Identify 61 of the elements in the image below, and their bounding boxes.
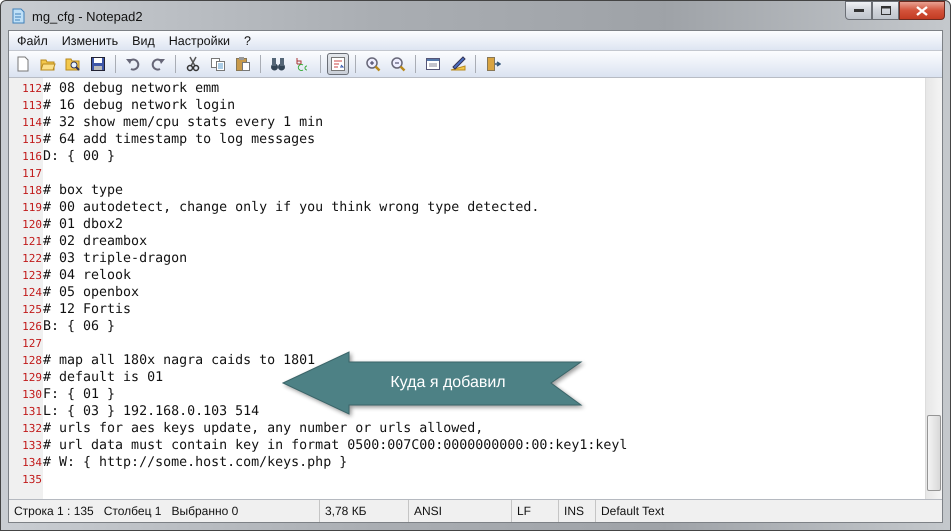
code-line: # 04 relook [43,267,132,284]
ruler-pencil-icon [450,56,466,72]
scissors-icon [185,56,201,72]
code-line: # 16 debug network login [43,97,236,114]
code-line: B: { 06 } [43,318,116,335]
code-line: # urls for aes keys update, any number or urls allowed, [43,420,484,437]
code-line: # 02 dreambox [43,233,148,250]
status-text: INS [564,504,584,518]
code-line: D: { 00 } [43,148,116,165]
code-line: F: { 01 } [43,386,116,403]
status-text: Столбец 1 [104,504,162,518]
code-line: # 00 autodetect, change only if you think wrong type detected. [43,199,540,216]
code-line: L: { 03 } 192.168.0.103 514 [43,403,260,420]
status-text: ANSI [414,504,442,518]
code-line: # 64 add timestamp to log messages [43,131,316,148]
code-line: # 03 triple-dragon [43,250,188,267]
notepad-icon [11,8,25,24]
status-text: Выбранно 0 [171,504,238,518]
scrollbar-thumb[interactable] [927,415,941,491]
window-list-icon [425,56,441,72]
folder-magnifier-icon [65,56,81,72]
undo-icon [125,56,141,72]
minimize-button[interactable] [845,1,872,20]
menu-item[interactable]: Изменить [56,34,124,48]
code-line: # 05 openbox [43,284,140,301]
code-line: # default is 01 [43,369,164,386]
redo-icon [150,56,166,72]
status-text: LF [517,504,532,518]
status-text: Строка 1 : 135 [14,504,94,518]
code-line: # 08 debug network emm [43,80,220,97]
code-line: # 01 dbox2 [43,216,124,233]
code-line: # map all 180x nagra caids to 1801 [43,352,316,369]
callout-text: Куда я добавил [390,374,506,392]
word-wrap-button[interactable] [327,53,349,75]
status-text: 3,78 КБ [325,504,367,518]
window-title: mg_cfg - Notepad2 [32,8,143,24]
binoculars-icon [270,56,286,72]
code-line: # box type [43,182,124,199]
minimize-icon [854,8,864,12]
maximize-icon [880,6,890,15]
menu-item[interactable]: ? [238,34,257,48]
word-wrap-icon [330,56,346,72]
status-text: Default Text [601,504,664,518]
zoom-out-icon [390,56,406,72]
code-line: # W: { http://some.host.com/keys.php } [43,454,348,471]
menu-item[interactable]: Настройки [162,34,236,48]
scrollbar[interactable] [925,78,942,499]
code-line: # 32 show mem/cpu stats every 1 min [43,114,324,131]
clipboard-icon [235,56,251,72]
floppy-icon [90,56,106,72]
menu-item[interactable]: Вид [126,34,161,48]
code-line: # url data must contain key in format 0500:007C00:0000000000:00:key1:keyl [43,437,628,454]
menu-item[interactable]: Файл [11,34,54,48]
maximize-button[interactable] [872,1,899,20]
close-button[interactable] [899,1,945,20]
document-icon [15,56,31,72]
zoom-in-icon [365,56,381,72]
code-line: # 12 Fortis [43,301,132,318]
door-exit-icon [485,56,501,72]
copy-icon [210,56,226,72]
close-icon [916,6,928,16]
